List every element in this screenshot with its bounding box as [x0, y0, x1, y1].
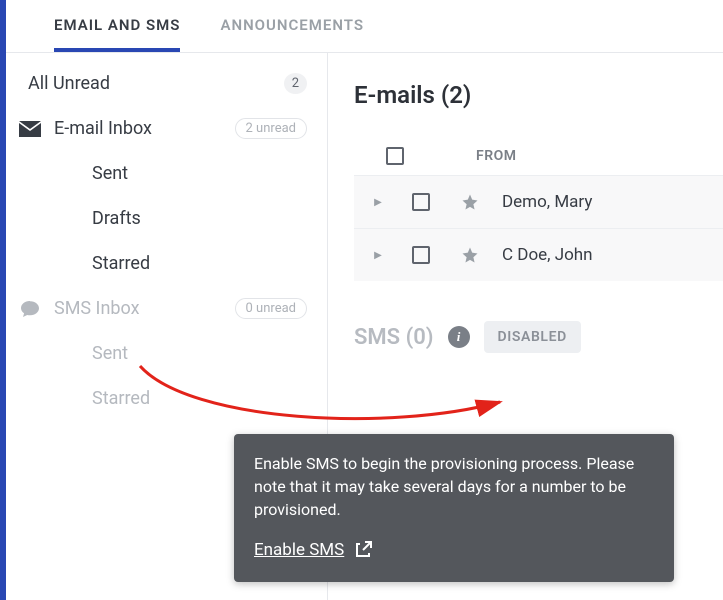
- tab-email-sms[interactable]: EMAIL AND SMS: [54, 16, 180, 52]
- sms-enable-tooltip: Enable SMS to begin the provisioning pro…: [234, 434, 674, 582]
- sidebar-item-all-unread[interactable]: All Unread 2: [6, 61, 327, 106]
- sms-inbox-badge: 0 unread: [235, 298, 307, 319]
- sidebar-item-sms-starred[interactable]: Starred: [6, 376, 327, 421]
- sidebar-item-drafts[interactable]: Drafts: [6, 196, 327, 241]
- sms-sent-label: Sent: [92, 343, 307, 364]
- sidebar-item-sms-inbox[interactable]: SMS Inbox 0 unread: [6, 286, 327, 331]
- row-checkbox-col: [394, 246, 448, 264]
- chat-bubble-icon: [18, 299, 42, 319]
- row-from: Demo, Mary: [502, 192, 592, 212]
- expand-icon[interactable]: ▶: [368, 197, 388, 208]
- sidebar-item-sent[interactable]: Sent: [6, 151, 327, 196]
- starred-label: Starred: [92, 253, 307, 274]
- sms-section-header: SMS (0) i DISABLED: [354, 321, 723, 353]
- sent-label: Sent: [92, 163, 307, 184]
- enable-sms-link[interactable]: Enable SMS: [254, 538, 372, 563]
- sidebar-item-email-inbox[interactable]: E-mail Inbox 2 unread: [6, 106, 327, 151]
- row-checkbox[interactable]: [412, 193, 430, 211]
- sms-starred-label: Starred: [92, 388, 307, 409]
- select-all-checkbox-col: [368, 147, 422, 165]
- info-icon[interactable]: i: [448, 326, 470, 348]
- emails-section-title: E-mails (2): [354, 81, 723, 109]
- row-from: C Doe, John: [502, 245, 593, 265]
- sms-disabled-badge: DISABLED: [484, 321, 581, 353]
- enable-sms-link-label: Enable SMS: [254, 538, 344, 563]
- row-checkbox[interactable]: [412, 246, 430, 264]
- star-icon[interactable]: [454, 193, 486, 211]
- tab-announcements[interactable]: ANNOUNCEMENTS: [220, 16, 364, 52]
- select-all-checkbox[interactable]: [386, 147, 404, 165]
- table-row[interactable]: ▶ C Doe, John: [354, 228, 723, 281]
- sms-inbox-label: SMS Inbox: [54, 298, 223, 319]
- column-from-header: FROM: [476, 148, 517, 164]
- drafts-label: Drafts: [92, 208, 307, 229]
- row-checkbox-col: [394, 193, 448, 211]
- sidebar-item-starred[interactable]: Starred: [6, 241, 327, 286]
- email-inbox-label: E-mail Inbox: [54, 118, 223, 139]
- all-unread-label: All Unread: [28, 73, 272, 94]
- table-row[interactable]: ▶ Demo, Mary: [354, 175, 723, 228]
- sidebar-item-sms-sent[interactable]: Sent: [6, 331, 327, 376]
- all-unread-count-badge: 2: [284, 73, 307, 94]
- tab-bar: EMAIL AND SMS ANNOUNCEMENTS: [6, 0, 723, 53]
- envelope-icon: [18, 121, 42, 137]
- sms-section-title: SMS (0): [354, 325, 434, 350]
- email-inbox-badge: 2 unread: [235, 118, 307, 139]
- tooltip-text: Enable SMS to begin the provisioning pro…: [254, 452, 654, 522]
- expand-icon[interactable]: ▶: [368, 250, 388, 261]
- star-icon[interactable]: [454, 246, 486, 264]
- emails-table-header: FROM: [354, 137, 723, 175]
- external-link-icon: [354, 541, 372, 559]
